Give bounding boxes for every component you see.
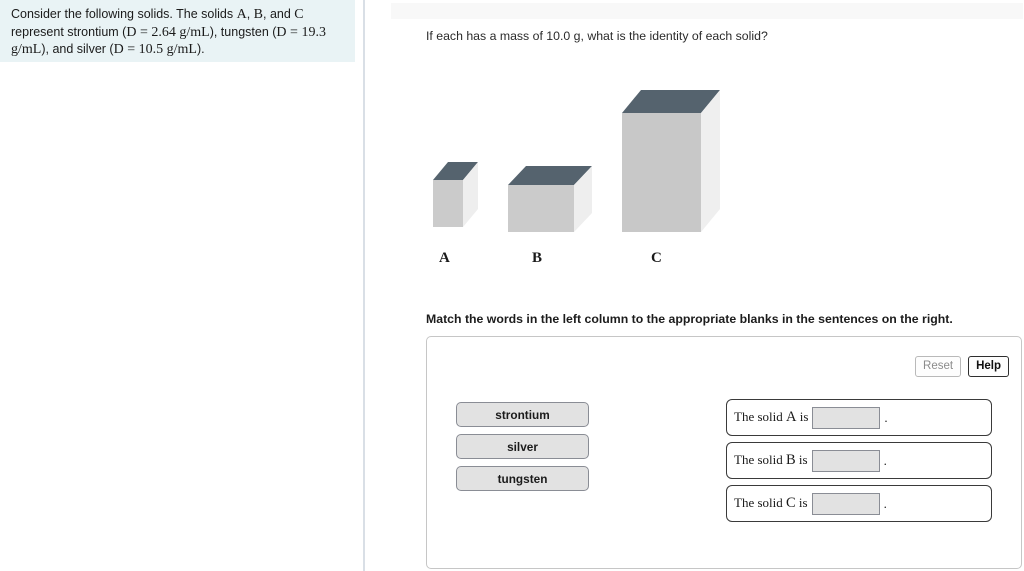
- answer-blank-b[interactable]: [811, 449, 880, 472]
- density-unit-3: g/mL: [166, 42, 197, 57]
- sentence-prefix-c: The solid: [734, 495, 786, 510]
- matching-exercise-container: Reset Help strontium silver tungsten The…: [426, 336, 1022, 569]
- word-chip-silver[interactable]: silver: [456, 434, 589, 459]
- solid-label-c: C: [651, 250, 662, 266]
- sentence-prefix-a: The solid: [734, 409, 786, 424]
- word-chip-strontium[interactable]: strontium: [456, 402, 589, 427]
- problem-statement-text: Consider the following solids. The solid…: [11, 6, 345, 59]
- density-symbol-3: D: [113, 42, 124, 57]
- sentence-suffix-b: is: [795, 452, 808, 467]
- statement-comma-1: ,: [246, 7, 254, 21]
- sentence-solid-c: C: [786, 495, 796, 511]
- statement-solid-c: C: [294, 7, 304, 22]
- statement-part-3: ), tungsten (: [209, 24, 277, 39]
- sentence-text-b: The solid B is: [734, 452, 808, 469]
- density-unit-1: g/mL: [179, 24, 210, 40]
- solid-label-b: B: [532, 250, 543, 266]
- sentence-row-a: The solid A is .: [726, 399, 992, 436]
- statement-part-1: Consider the following solids. The solid…: [11, 7, 237, 21]
- match-instructions: Match the words in the left column to th…: [426, 312, 953, 326]
- solid-label-a: A: [439, 250, 450, 266]
- density-symbol-1: D: [126, 24, 137, 40]
- density-unit-2: g/mL: [11, 42, 42, 57]
- sentence-solid-b: B: [786, 452, 796, 468]
- sentence-row-b: The solid B is .: [726, 442, 992, 479]
- sentence-row-c: The solid C is .: [726, 485, 992, 522]
- problem-statement-panel: Consider the following solids. The solid…: [0, 0, 355, 62]
- statement-part-5: ).: [196, 42, 205, 56]
- density-value-1: 2.64: [151, 24, 176, 40]
- solid-b-shape: [508, 166, 592, 232]
- exercise-toolbar: Reset Help: [915, 356, 1009, 377]
- solid-c-shape: [622, 90, 720, 232]
- sentence-period-a: .: [884, 409, 888, 425]
- sentence-text-c: The solid C is: [734, 495, 808, 512]
- pane-divider: [363, 0, 365, 571]
- density-value-2: 19.3: [301, 24, 326, 40]
- statement-part-4: ), and silver (: [41, 42, 114, 56]
- sentence-period-c: .: [883, 495, 887, 511]
- density-symbol-2: D: [276, 24, 287, 40]
- statement-comma-2: , and: [263, 7, 295, 21]
- sentence-solid-a: A: [786, 409, 797, 425]
- density-value-3: 10.5: [138, 42, 164, 57]
- header-strip: [391, 3, 1023, 19]
- sentence-suffix-a: is: [796, 409, 809, 424]
- solids-figure: A B C: [366, 75, 1024, 275]
- sentence-suffix-c: is: [795, 495, 808, 510]
- equals-3: =: [123, 42, 139, 57]
- question-prompt: If each has a mass of 10.0 g, what is th…: [426, 29, 768, 43]
- statement-part-2: represent strontium (: [11, 24, 127, 39]
- statement-solid-a: A: [236, 7, 247, 22]
- help-button[interactable]: Help: [968, 356, 1009, 377]
- sentence-list: The solid A is . The solid B is . The so…: [726, 399, 992, 528]
- solid-a-shape: [433, 162, 478, 227]
- sentence-prefix-b: The solid: [734, 452, 786, 467]
- question-panel: If each has a mass of 10.0 g, what is th…: [366, 0, 1024, 571]
- word-chip-tungsten[interactable]: tungsten: [456, 466, 589, 491]
- equals-2: =: [286, 24, 302, 40]
- sentence-period-b: .: [883, 452, 887, 468]
- statement-solid-b: B: [253, 7, 264, 22]
- solids-svg: [433, 90, 720, 232]
- sentence-text-a: The solid A is: [734, 409, 808, 426]
- equals-1: =: [136, 24, 152, 40]
- answer-blank-c[interactable]: [811, 492, 880, 515]
- reset-button[interactable]: Reset: [915, 356, 962, 377]
- word-bank: strontium silver tungsten: [456, 402, 589, 498]
- answer-blank-a[interactable]: [812, 406, 881, 429]
